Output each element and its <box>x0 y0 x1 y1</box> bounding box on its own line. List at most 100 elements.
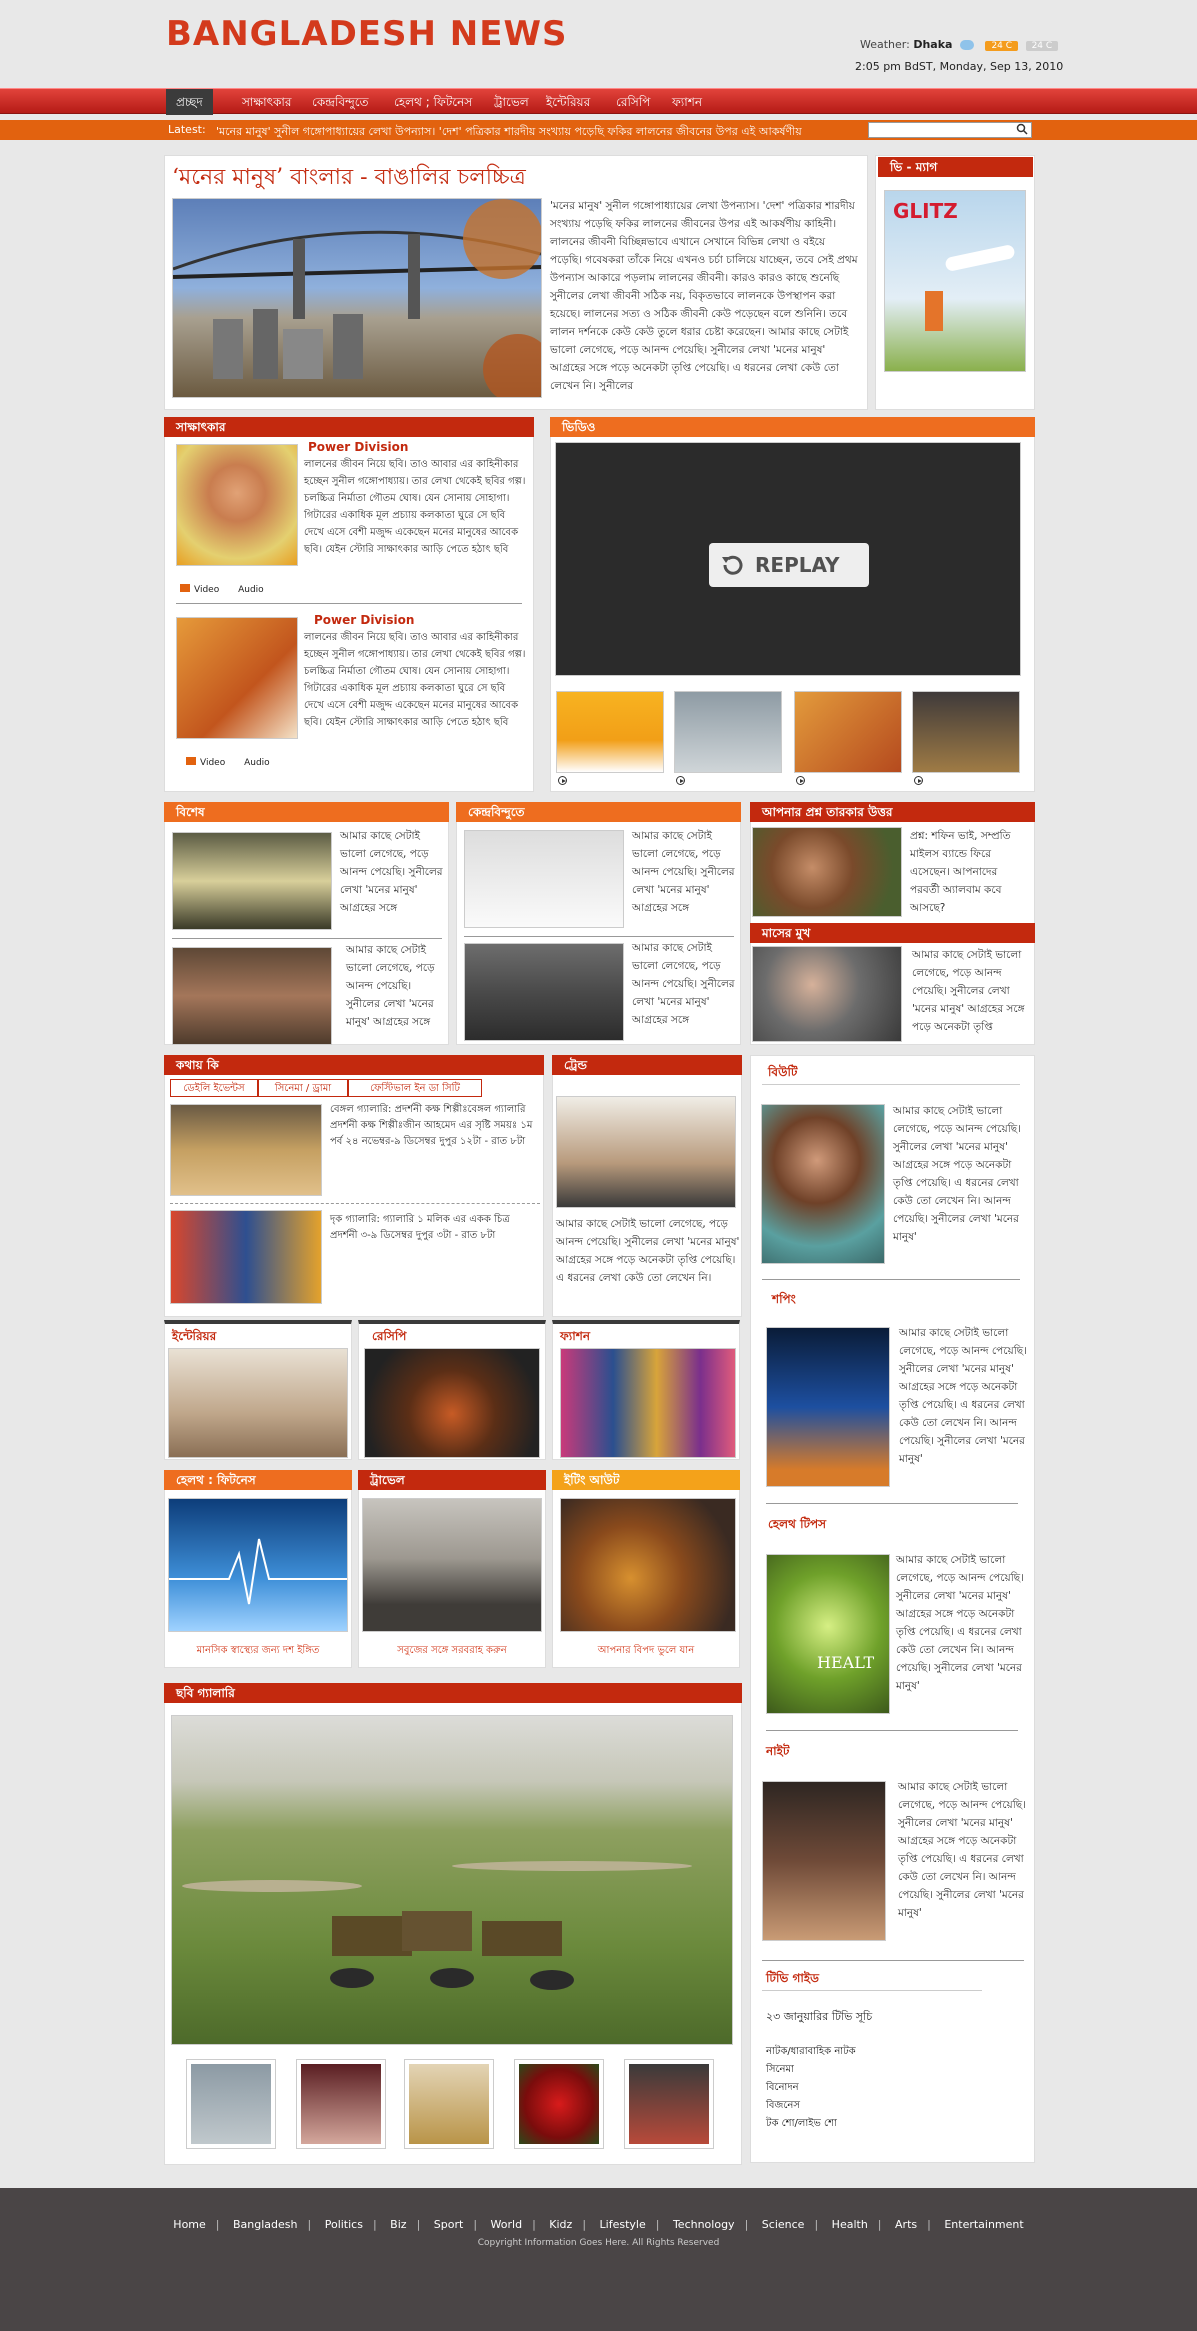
tv-item-business[interactable]: বিজনেস <box>766 2097 856 2115</box>
gallery-thumb-5[interactable] <box>624 2059 714 2149</box>
footer-link-technology[interactable]: Technology <box>668 2218 740 2231</box>
recipe-image[interactable] <box>364 1348 540 1458</box>
health-image[interactable] <box>168 1498 348 1632</box>
video-thumb-4[interactable] <box>912 691 1020 773</box>
shopping-header[interactable]: শপিং <box>772 1291 796 1311</box>
special-image-2[interactable] <box>172 947 332 1045</box>
fashion-header[interactable]: ফ্যাশন <box>560 1328 590 1348</box>
night-image[interactable] <box>762 1781 886 1941</box>
audio-link-2[interactable]: Audio <box>244 758 270 768</box>
gallery-main-image[interactable] <box>171 1715 733 2045</box>
tv-item-talkshow[interactable]: টক শো/লাইভ শো <box>766 2115 856 2133</box>
footer-link-science[interactable]: Science <box>757 2218 810 2231</box>
video-thumb-2[interactable] <box>674 691 782 773</box>
tv-subtitle: ২৩ জানুয়ারির টিভি সূচি <box>766 2010 873 2023</box>
interior-image[interactable] <box>168 1348 348 1458</box>
nav-home[interactable]: প্রচ্ছদ <box>166 89 213 115</box>
travel-image[interactable] <box>362 1498 542 1632</box>
nav-focus[interactable]: কেন্দ্রবিন্দুতে <box>302 89 379 115</box>
interview-photo-2[interactable] <box>176 617 298 739</box>
video-thumb-1[interactable] <box>556 691 664 773</box>
nav-fashion[interactable]: ফ্যাশন <box>662 89 712 115</box>
tv-item-entertainment[interactable]: বিনোদন <box>766 2079 856 2097</box>
fashion-image[interactable] <box>560 1348 736 1458</box>
video-link-1[interactable]: Video <box>194 585 219 595</box>
tab-cinema-drama[interactable]: সিনেমা / ড্রামা <box>258 1079 348 1097</box>
search-icon[interactable] <box>1016 123 1028 135</box>
travel-caption[interactable]: সবুজের সঙ্গে সরবরাহ করুন <box>358 1643 546 1660</box>
replay-button[interactable]: REPLAY <box>709 543 869 587</box>
lead-title[interactable]: ‘মনের মানুষ’ বাংলার - বাঙালির চলচ্চিত্র <box>172 160 526 197</box>
footer-link-world[interactable]: World <box>486 2218 528 2231</box>
play-icon[interactable] <box>676 776 685 785</box>
nav-recipe[interactable]: রেসিপি <box>606 89 660 115</box>
special-text-2: আমার কাছে সেটাই ভালো লেগেছে, পড়ে আনন্দ … <box>346 944 435 1028</box>
where-image-1[interactable] <box>170 1104 322 1196</box>
footer-link-politics[interactable]: Politics <box>320 2218 368 2231</box>
where-image-2[interactable] <box>170 1210 322 1304</box>
gallery-thumb-3[interactable] <box>404 2059 494 2149</box>
eating-image[interactable] <box>560 1498 736 1632</box>
gallery-thumb-4[interactable] <box>514 2059 604 2149</box>
interview-title-1[interactable]: Power Division <box>308 440 408 454</box>
video-player[interactable]: REPLAY <box>555 442 1021 676</box>
special-divider <box>172 938 442 939</box>
focus-image-2[interactable] <box>464 943 624 1041</box>
tv-header[interactable]: টিভি গাইড <box>766 1970 819 1990</box>
shopping-image[interactable] <box>766 1327 890 1487</box>
health-caption[interactable]: মানসিক স্বাস্থ্যের জন্য দশ ইঙ্গিত <box>164 1643 352 1660</box>
qa-text: প্রশ্ন: শফিন ভাই, সম্প্রতি মাইলস ব্যান্ড… <box>910 830 1011 914</box>
footer-link-lifestyle[interactable]: Lifestyle <box>595 2218 651 2231</box>
gallery-thumb-2[interactable] <box>296 2059 386 2149</box>
beauty-header[interactable]: বিউটি <box>768 1064 797 1084</box>
lead-image[interactable] <box>172 198 553 404</box>
play-icon[interactable] <box>914 776 923 785</box>
gallery-thumb-1[interactable] <box>186 2059 276 2149</box>
where-divider <box>170 1203 540 1204</box>
footer-link-biz[interactable]: Biz <box>385 2218 411 2231</box>
nav-interior[interactable]: ইন্টেরিয়র <box>536 89 600 115</box>
search-input[interactable] <box>868 122 1032 138</box>
play-icon[interactable] <box>796 776 805 785</box>
focus-image-1[interactable] <box>464 830 624 928</box>
footer-link-bangladesh[interactable]: Bangladesh <box>228 2218 303 2231</box>
ticker-text[interactable]: 'মনের মানুষ' সুনীল গঙ্গোপাধ্যায়ের লেখা … <box>216 123 846 142</box>
tv-item-cinema[interactable]: সিনেমা <box>766 2061 856 2079</box>
video-thumb-3[interactable] <box>794 691 902 773</box>
beauty-divider <box>762 1084 1020 1085</box>
special-image-1[interactable] <box>172 832 332 930</box>
video-link-2[interactable]: Video <box>200 758 225 768</box>
tab-daily-events[interactable]: ডেইলি ইভেন্টস <box>170 1079 258 1097</box>
site-logo[interactable]: BANGLADESH NEWS <box>166 14 567 54</box>
health-tips-image[interactable]: HEALT <box>766 1554 890 1714</box>
nav-health[interactable]: হেলথ ; ফিটনেস <box>384 89 482 115</box>
tv-item-drama[interactable]: নাটক/ধারাবাহিক নাটক <box>766 2043 856 2061</box>
tab-festival[interactable]: ফেস্টিভাল ইন ডা সিটি <box>348 1079 482 1097</box>
audio-link-1[interactable]: Audio <box>238 585 264 595</box>
footer-link-home[interactable]: Home <box>168 2218 210 2231</box>
footer-link-arts[interactable]: Arts <box>890 2218 922 2231</box>
footer-link-entertainment[interactable]: Entertainment <box>939 2218 1028 2231</box>
lead-text: 'মনের মানুষ' সুনীল গঙ্গোপাধ্যায়ের লেখা … <box>550 200 858 392</box>
footer-link-health[interactable]: Health <box>827 2218 873 2231</box>
footer-link-sport[interactable]: Sport <box>429 2218 469 2231</box>
ticker-label: Latest: <box>168 123 206 136</box>
night-header[interactable]: নাইট <box>766 1743 789 1763</box>
play-icon[interactable] <box>558 776 567 785</box>
mag-cover[interactable]: GLITZ <box>884 190 1026 372</box>
interview-photo-1[interactable] <box>176 444 298 566</box>
replay-icon <box>722 555 743 575</box>
health-tips-header[interactable]: হেলথ টিপস <box>768 1516 826 1536</box>
interior-header[interactable]: ইন্টেরিয়র <box>172 1328 216 1348</box>
trend-image[interactable] <box>556 1096 736 1208</box>
beauty-image[interactable] <box>761 1104 885 1264</box>
footer-link-kidz[interactable]: Kidz <box>544 2218 577 2231</box>
face-photo[interactable] <box>752 946 902 1042</box>
interview-title-2[interactable]: Power Division <box>314 613 414 627</box>
qa-photo[interactable] <box>752 827 902 917</box>
eating-caption[interactable]: আপনার বিপদ ভুলে যান <box>552 1643 740 1660</box>
nav-interview[interactable]: সাক্ষাৎকার <box>232 89 302 115</box>
recipe-header[interactable]: রেসিপি <box>372 1328 406 1348</box>
health-tips-text: আমার কাছে সেটাই ভালো লেগেছে, পড়ে আনন্দ … <box>896 1554 1024 1692</box>
nav-travel[interactable]: ট্রাভেল <box>484 89 539 115</box>
